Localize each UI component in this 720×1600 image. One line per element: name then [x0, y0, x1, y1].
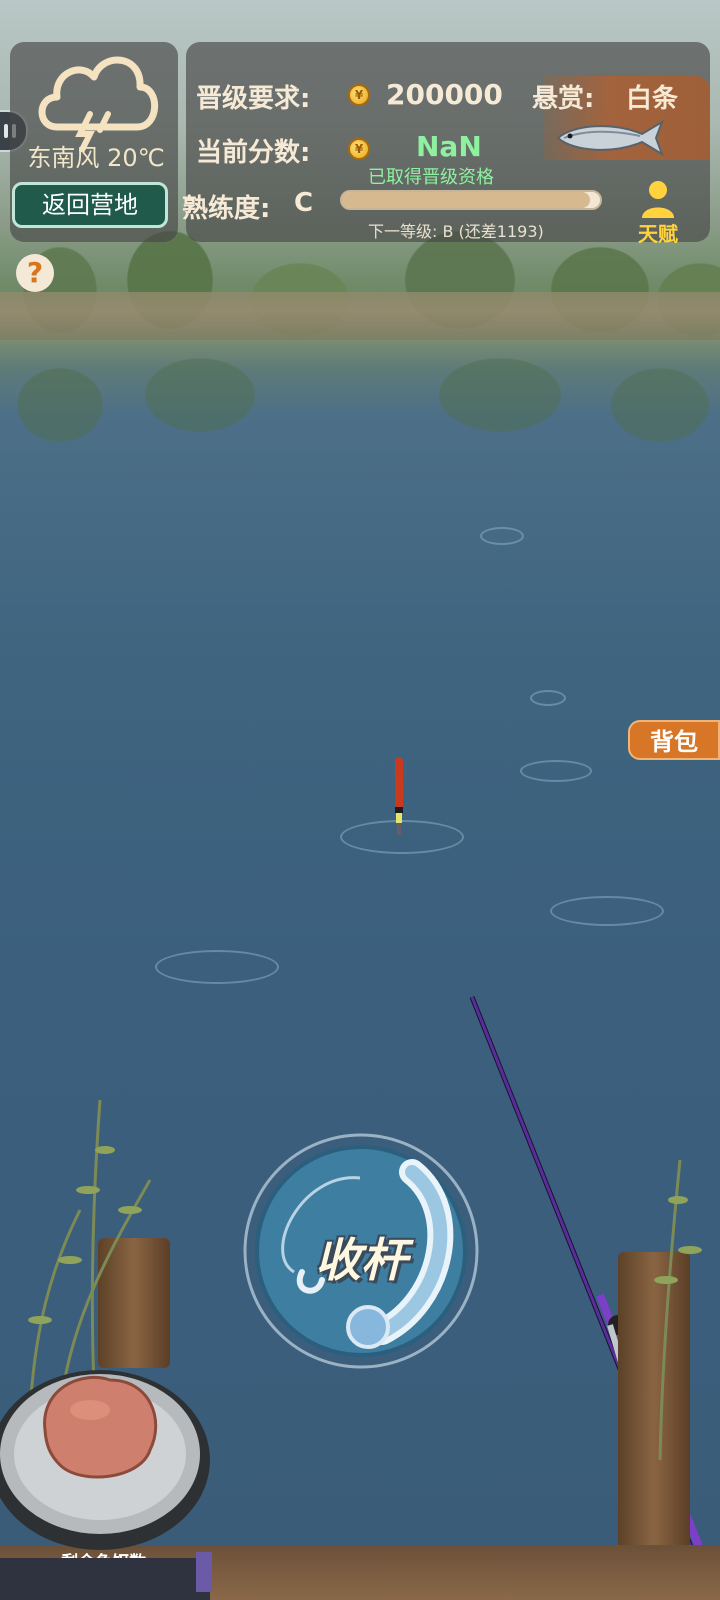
thunderstorm-icon — [38, 56, 159, 152]
far-shore — [0, 292, 720, 340]
bounty-label: 悬赏: — [532, 84, 595, 114]
proficiency-label: 熟练度: — [182, 194, 271, 224]
next-level-text: 下一等级: B (还差1193) — [368, 222, 544, 241]
weather-panel: 东南风 20℃ 返回营地 — [10, 42, 178, 242]
water-ripple — [480, 527, 524, 545]
proficiency-progress-fill — [342, 192, 590, 208]
fishing-float — [395, 757, 403, 835]
promotion-label: 晋级要求: — [196, 84, 311, 114]
bait-dish — [0, 1370, 210, 1550]
backpack-button[interactable]: 背包 — [628, 720, 720, 760]
talent-button[interactable]: 天赋 — [628, 180, 688, 246]
reeds-right — [654, 1160, 702, 1460]
promotion-value: 200000 — [386, 78, 503, 111]
water-ripple — [155, 950, 279, 984]
coin-icon: ¥ — [348, 84, 370, 106]
score-value: NaN — [416, 130, 482, 163]
fishing-scene: 东南风 20℃ 返回营地 ? 晋级要求: ¥ 200000 悬赏: 白条 当前分… — [0, 0, 720, 1600]
proficiency-value: C — [294, 188, 314, 218]
proficiency-progress-bar — [340, 190, 602, 210]
reel-in-button[interactable]: 收杆 — [242, 1132, 480, 1370]
person-icon — [642, 181, 674, 218]
score-label: 当前分数: — [196, 138, 311, 168]
water-ripple — [530, 690, 566, 706]
water-ripple — [520, 760, 592, 782]
tree-reflection — [0, 345, 720, 495]
reel-in-label: 收杆 — [315, 1233, 407, 1287]
qualified-text: 已取得晋级资格 — [368, 167, 494, 188]
bounty-value: 白条 — [626, 84, 679, 114]
bucket-edge — [0, 1552, 212, 1600]
wind-temperature: 东南风 20℃ — [27, 144, 165, 172]
help-icon[interactable]: ? — [16, 254, 54, 292]
talent-label: 天赋 — [638, 222, 678, 246]
water-ripple — [550, 896, 664, 926]
grip-bar — [4, 124, 8, 138]
return-camp-button[interactable]: 返回营地 — [12, 182, 168, 228]
fish-icon — [556, 119, 664, 157]
coin-icon: ¥ — [348, 138, 370, 160]
